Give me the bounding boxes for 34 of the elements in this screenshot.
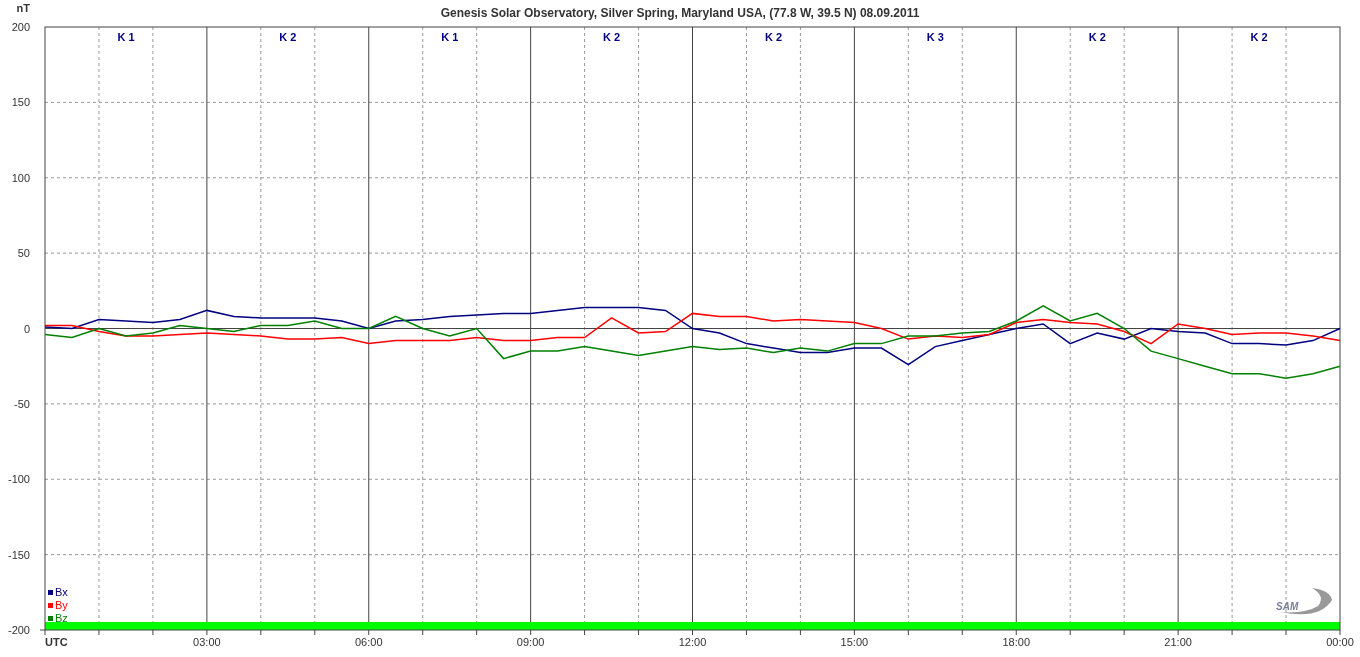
y-tick-label: -100 (7, 473, 30, 486)
x-tick-label: 00:00 (1326, 636, 1354, 648)
k-index-label: K 3 (926, 31, 944, 43)
y-tick-label: 50 (17, 247, 30, 260)
legend-label: By (55, 599, 68, 611)
x-tick-label: 06:00 (355, 636, 383, 648)
y-tick-label: 100 (11, 171, 30, 184)
x-tick-label: 21:00 (1164, 636, 1192, 648)
legend-label: Bx (55, 586, 68, 598)
y-tick-label: 150 (11, 96, 30, 109)
legend-swatch (48, 603, 53, 608)
y-tick-label: -200 (7, 624, 30, 636)
y-tick-label: -150 (7, 548, 30, 561)
x-tick-label: 15:00 (840, 636, 869, 648)
x-tick-label: 18:00 (1002, 636, 1030, 648)
k-index-label: K 2 (1088, 31, 1106, 43)
k-index-label: K 2 (764, 31, 782, 43)
y-tick-label: -50 (14, 397, 30, 410)
legend-swatch (48, 590, 53, 595)
legend-label: Bz (55, 612, 68, 624)
k-index-label: K 2 (603, 31, 621, 43)
k-index-label: K 2 (279, 31, 297, 43)
x-tick-label: 03:00 (193, 636, 221, 648)
x-tick-label: 09:00 (516, 636, 545, 648)
logo-drawing: SAM (1276, 588, 1332, 615)
k-index-label: K 1 (441, 31, 459, 43)
y-axis-label: nT (16, 2, 30, 14)
k-index-label: K 1 (117, 31, 135, 43)
chart-title: Genesis Solar Observatory, Silver Spring, Maryland USA, (77.8 W, 39.5 N) 08.09.2011 (440, 6, 920, 20)
y-tick-label: 0 (23, 322, 30, 335)
y-tick-label: 200 (11, 21, 30, 33)
x-axis-label: UTC (45, 636, 68, 648)
x-tick-label: 12:00 (678, 636, 707, 648)
k-index-label: K 2 (1250, 31, 1268, 43)
